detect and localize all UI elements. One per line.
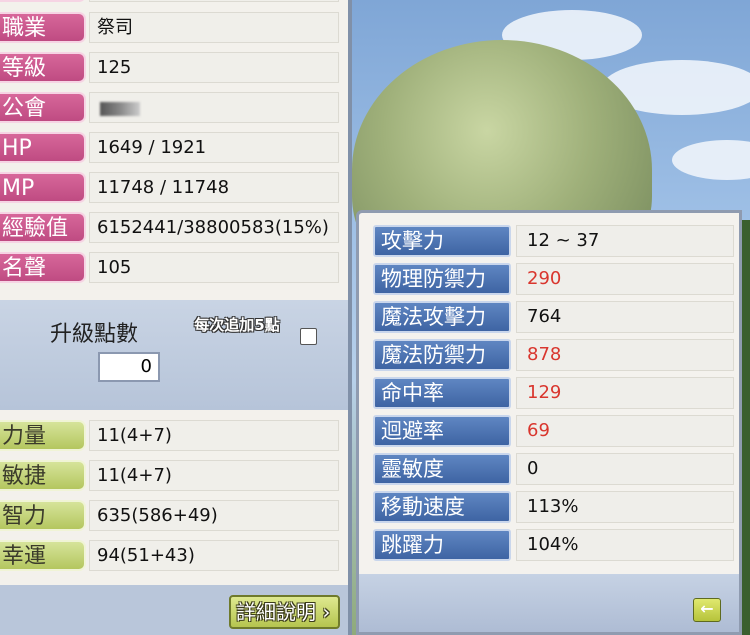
- redacted-guild-name: [100, 102, 140, 116]
- row-str: 力量 11(4+7): [0, 418, 348, 453]
- job-label: 職業: [0, 12, 86, 43]
- row-int: 智力 635(586+49): [0, 498, 348, 533]
- dex-label: 敏捷: [0, 460, 86, 491]
- combat-stat-label: 命中率: [373, 377, 511, 409]
- row-hp: HP 1649 / 1921: [0, 130, 348, 165]
- fame-label: 名聲: [0, 252, 86, 283]
- job-value: 祭司: [89, 12, 339, 43]
- combat-row: 移動速度 113%: [371, 489, 741, 525]
- combat-row: 命中率 129: [371, 375, 741, 411]
- detail-button[interactable]: 詳細說明 ›: [229, 595, 340, 629]
- hp-label: HP: [0, 132, 86, 163]
- combat-row: 迴避率 69: [371, 413, 741, 449]
- guild-value: [89, 92, 339, 123]
- combat-stat-label: 魔法防禦力: [373, 339, 511, 371]
- exp-label: 經驗值: [0, 212, 86, 243]
- combat-stat-label: 攻擊力: [373, 225, 511, 257]
- dex-value: 11(4+7): [89, 460, 339, 491]
- combat-stat-label: 物理防禦力: [373, 263, 511, 295]
- auto-assign-label: 每次追加5點: [194, 316, 280, 334]
- combat-stat-label: 靈敏度: [373, 453, 511, 485]
- combat-stat-label: 魔法攻擊力: [373, 301, 511, 333]
- scene-edge: [742, 220, 750, 635]
- row-guild: 公會: [0, 90, 348, 125]
- row-luk: 幸運 94(51+43): [0, 538, 348, 573]
- row-mp: MP 11748 / 11748: [0, 170, 348, 205]
- level-label: 等級: [0, 52, 86, 83]
- combat-stat-label: 跳躍力: [373, 529, 511, 561]
- mp-value: 11748 / 11748: [89, 172, 339, 203]
- combat-row: 靈敏度 0: [371, 451, 741, 487]
- luk-value: 94(51+43): [89, 540, 339, 571]
- hp-value: 1649 / 1921: [89, 132, 339, 163]
- combat-row: 魔法攻擊力 764: [371, 299, 741, 335]
- chevron-right-icon: ›: [316, 600, 331, 624]
- detail-panel-footer: ←: [359, 574, 739, 632]
- ability-points-label: 升級點數: [50, 322, 139, 347]
- row-level: 等級 125: [0, 50, 348, 85]
- combat-stat-value: 0: [516, 453, 734, 485]
- combat-stat-value: 69: [516, 415, 734, 447]
- row-dex: 敏捷 11(4+7): [0, 458, 348, 493]
- luk-label: 幸運: [0, 540, 86, 571]
- fame-value: 105: [89, 252, 339, 283]
- combat-stat-value: 290: [516, 263, 734, 295]
- exp-value: 6152441/38800583(15%): [89, 212, 339, 243]
- guild-label: 公會: [0, 92, 86, 123]
- combat-row: 物理防禦力 290: [371, 261, 741, 297]
- ability-points-area: 升級點數 0 每次追加5點: [0, 300, 348, 410]
- row-job: 職業 祭司: [0, 10, 348, 45]
- combat-row: 跳躍力 104%: [371, 527, 741, 563]
- ability-points-value: 0: [98, 352, 160, 382]
- combat-stat-value: 764: [516, 301, 734, 333]
- combat-stat-value: 878: [516, 339, 734, 371]
- character-info-panel: 職業 祭司 等級 125 公會 HP 1649 / 1921 MP 11748 …: [0, 0, 352, 635]
- combat-stat-value: 113%: [516, 491, 734, 523]
- back-arrow-icon[interactable]: ←: [693, 598, 721, 622]
- combat-stat-label: 迴避率: [373, 415, 511, 447]
- str-value: 11(4+7): [89, 420, 339, 451]
- combat-stat-value: 12 ~ 37: [516, 225, 734, 257]
- combat-stat-value: 104%: [516, 529, 734, 561]
- row-fame: 名聲 105: [0, 250, 348, 285]
- int-value: 635(586+49): [89, 500, 339, 531]
- str-label: 力量: [0, 420, 86, 451]
- detail-stats-panel: 攻擊力 12 ~ 37 物理防禦力 290 魔法攻擊力 764 魔法防禦力 878 命中率 129…: [356, 210, 742, 635]
- int-label: 智力: [0, 500, 86, 531]
- combat-row: 魔法防禦力 878: [371, 337, 741, 373]
- auto-assign-checkbox[interactable]: [300, 328, 317, 345]
- level-value: 125: [89, 52, 339, 83]
- combat-stat-value: 129: [516, 377, 734, 409]
- mp-label: MP: [0, 172, 86, 203]
- detail-button-label: 詳細說明: [236, 600, 316, 624]
- combat-stat-label: 移動速度: [373, 491, 511, 523]
- row-exp: 經驗值 6152441/38800583(15%): [0, 210, 348, 245]
- combat-row: 攻擊力 12 ~ 37: [371, 223, 741, 259]
